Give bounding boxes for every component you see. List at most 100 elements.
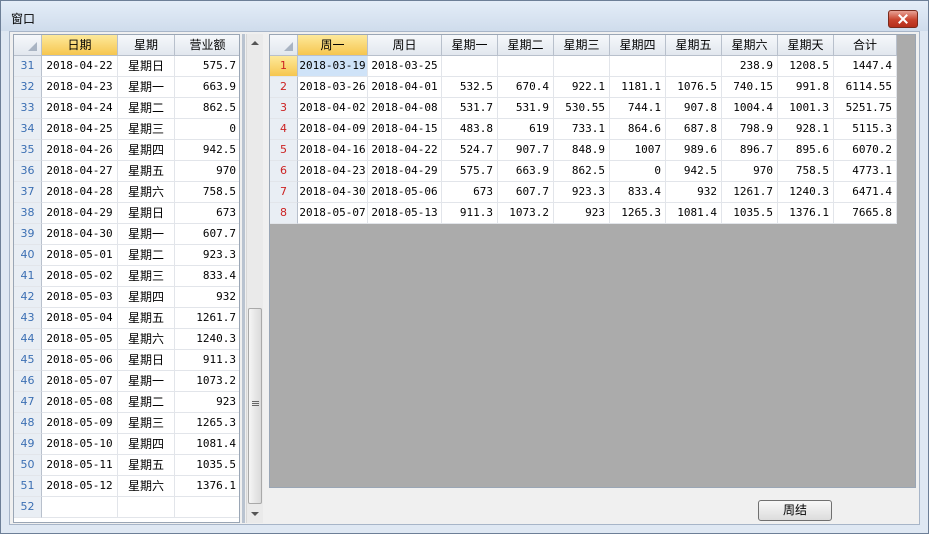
monday-cell[interactable]: 524.7 [442, 140, 498, 161]
scroll-thumb[interactable] [248, 308, 262, 504]
date-cell[interactable]: 2018-05-04 [42, 308, 118, 329]
monday-cell[interactable]: 531.7 [442, 98, 498, 119]
table-row[interactable]: 34 2018-04-25 星期三 0 [14, 119, 239, 140]
date-cell[interactable]: 2018-05-07 [42, 371, 118, 392]
weekday-cell[interactable]: 星期一 [118, 77, 175, 98]
table-row[interactable]: 44 2018-05-05 星期六 1240.3 [14, 329, 239, 350]
select-all-corner[interactable] [14, 35, 42, 56]
column-header-thursday[interactable]: 星期四 [610, 35, 666, 56]
column-header-friday[interactable]: 星期五 [666, 35, 722, 56]
week-end-cell[interactable]: 2018-04-08 [368, 98, 442, 119]
revenue-cell[interactable]: 932 [175, 287, 239, 308]
table-row[interactable]: 5 2018-04-16 2018-04-22 524.7 907.7 848.9 1007… [270, 140, 897, 161]
weekday-cell[interactable]: 星期日 [118, 56, 175, 77]
table-row[interactable]: 33 2018-04-24 星期二 862.5 [14, 98, 239, 119]
table-row[interactable]: 51 2018-05-12 星期六 1376.1 [14, 476, 239, 497]
tuesday-cell[interactable]: 531.9 [498, 98, 554, 119]
table-row[interactable]: 35 2018-04-26 星期四 942.5 [14, 140, 239, 161]
scroll-down-icon[interactable] [251, 512, 259, 516]
revenue-cell[interactable]: 970 [175, 161, 239, 182]
date-cell[interactable]: 2018-04-27 [42, 161, 118, 182]
sunday-cell[interactable]: 928.1 [778, 119, 834, 140]
revenue-cell[interactable]: 923 [175, 392, 239, 413]
date-cell[interactable]: 2018-04-24 [42, 98, 118, 119]
saturday-cell[interactable]: 740.15 [722, 77, 778, 98]
revenue-cell[interactable]: 1035.5 [175, 455, 239, 476]
total-cell[interactable]: 6070.2 [834, 140, 897, 161]
date-cell[interactable]: 2018-05-09 [42, 413, 118, 434]
week-end-cell[interactable]: 2018-05-13 [368, 203, 442, 224]
sunday-cell[interactable]: 895.6 [778, 140, 834, 161]
thursday-cell[interactable]: 0 [610, 161, 666, 182]
weekly-summary-button[interactable]: 周结 [758, 500, 832, 521]
revenue-cell[interactable]: 923.3 [175, 245, 239, 266]
thursday-cell[interactable]: 864.6 [610, 119, 666, 140]
thursday-cell[interactable]: 744.1 [610, 98, 666, 119]
table-row[interactable]: 3 2018-04-02 2018-04-08 531.7 531.9 530.55 744… [270, 98, 897, 119]
revenue-cell[interactable]: 1376.1 [175, 476, 239, 497]
table-row[interactable]: 8 2018-05-07 2018-05-13 911.3 1073.2 923 1265.… [270, 203, 897, 224]
revenue-cell[interactable]: 1081.4 [175, 434, 239, 455]
weekday-cell[interactable]: 星期五 [118, 161, 175, 182]
total-cell[interactable]: 1447.4 [834, 56, 897, 77]
column-header-date[interactable]: 日期 [42, 35, 118, 56]
date-cell[interactable]: 2018-05-05 [42, 329, 118, 350]
row-number[interactable]: 32 [14, 77, 42, 98]
table-row[interactable]: 7 2018-04-30 2018-05-06 673 607.7 923.3 833.4 9… [270, 182, 897, 203]
wednesday-cell[interactable] [554, 56, 610, 77]
thursday-cell[interactable]: 1265.3 [610, 203, 666, 224]
revenue-cell[interactable]: 1261.7 [175, 308, 239, 329]
week-end-cell[interactable]: 2018-04-01 [368, 77, 442, 98]
table-row[interactable]: 37 2018-04-28 星期六 758.5 [14, 182, 239, 203]
tuesday-cell[interactable]: 1073.2 [498, 203, 554, 224]
revenue-cell[interactable]: 1240.3 [175, 329, 239, 350]
row-number[interactable]: 45 [14, 350, 42, 371]
table-row[interactable]: 42 2018-05-03 星期四 932 [14, 287, 239, 308]
wednesday-cell[interactable]: 922.1 [554, 77, 610, 98]
saturday-cell[interactable]: 896.7 [722, 140, 778, 161]
revenue-cell[interactable]: 663.9 [175, 77, 239, 98]
table-row[interactable]: 32 2018-04-23 星期一 663.9 [14, 77, 239, 98]
column-header-sunday[interactable]: 星期天 [778, 35, 834, 56]
weekday-cell[interactable]: 星期二 [118, 98, 175, 119]
friday-cell[interactable]: 1081.4 [666, 203, 722, 224]
weekday-cell[interactable]: 星期四 [118, 434, 175, 455]
revenue-cell[interactable]: 1073.2 [175, 371, 239, 392]
table-row[interactable]: 43 2018-05-04 星期五 1261.7 [14, 308, 239, 329]
row-number[interactable]: 42 [14, 287, 42, 308]
monday-cell[interactable]: 575.7 [442, 161, 498, 182]
row-number[interactable]: 1 [270, 56, 298, 77]
date-cell[interactable]: 2018-05-10 [42, 434, 118, 455]
tuesday-cell[interactable]: 670.4 [498, 77, 554, 98]
date-cell[interactable]: 2018-04-26 [42, 140, 118, 161]
date-cell[interactable]: 2018-04-28 [42, 182, 118, 203]
wednesday-cell[interactable]: 923.3 [554, 182, 610, 203]
week-start-cell[interactable]: 2018-04-30 [298, 182, 368, 203]
column-header-tuesday[interactable]: 星期二 [498, 35, 554, 56]
table-row[interactable]: 45 2018-05-06 星期日 911.3 [14, 350, 239, 371]
table-row[interactable]: 36 2018-04-27 星期五 970 [14, 161, 239, 182]
select-all-corner[interactable] [270, 35, 298, 56]
weekday-cell[interactable]: 星期三 [118, 266, 175, 287]
revenue-cell[interactable]: 862.5 [175, 98, 239, 119]
row-number[interactable]: 39 [14, 224, 42, 245]
table-row[interactable]: 40 2018-05-01 星期二 923.3 [14, 245, 239, 266]
weekday-cell[interactable]: 星期一 [118, 371, 175, 392]
weekday-cell[interactable]: 星期三 [118, 413, 175, 434]
row-number[interactable]: 44 [14, 329, 42, 350]
row-number[interactable]: 50 [14, 455, 42, 476]
table-row[interactable]: 47 2018-05-08 星期二 923 [14, 392, 239, 413]
table-row[interactable]: 31 2018-04-22 星期日 575.7 [14, 56, 239, 77]
date-cell[interactable]: 2018-04-23 [42, 77, 118, 98]
revenue-cell[interactable]: 575.7 [175, 56, 239, 77]
total-cell[interactable]: 5115.3 [834, 119, 897, 140]
row-number[interactable]: 43 [14, 308, 42, 329]
monday-cell[interactable]: 532.5 [442, 77, 498, 98]
column-header-total[interactable]: 合计 [834, 35, 897, 56]
table-row[interactable]: 48 2018-05-09 星期三 1265.3 [14, 413, 239, 434]
row-number[interactable]: 35 [14, 140, 42, 161]
column-header-wednesday[interactable]: 星期三 [554, 35, 610, 56]
row-number[interactable]: 34 [14, 119, 42, 140]
friday-cell[interactable]: 942.5 [666, 161, 722, 182]
sunday-cell[interactable]: 1208.5 [778, 56, 834, 77]
